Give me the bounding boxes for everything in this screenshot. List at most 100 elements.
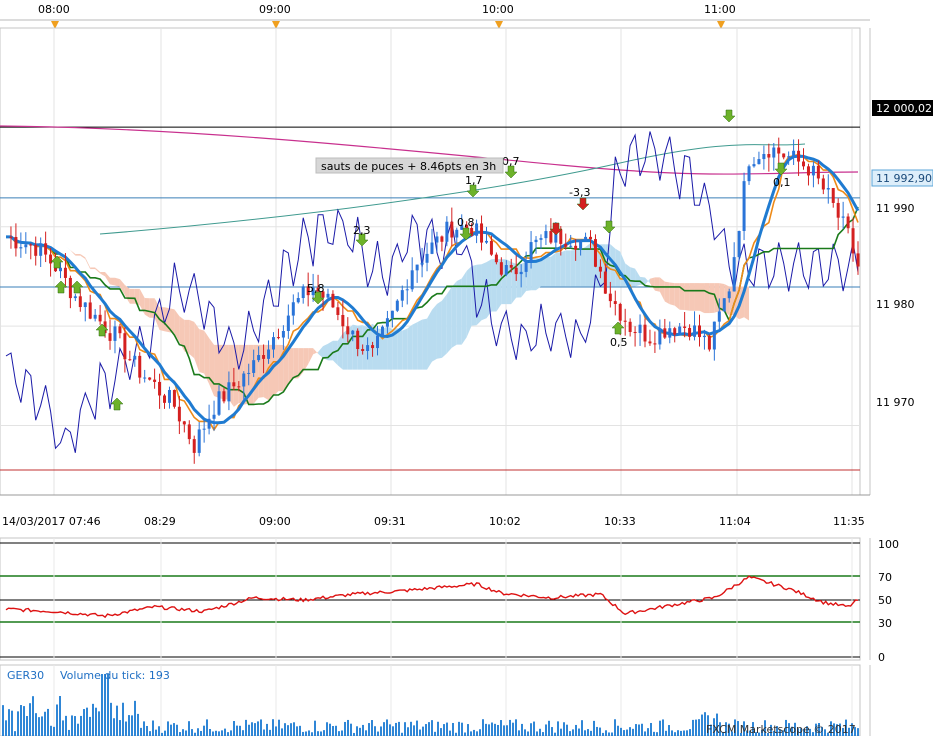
candle-body xyxy=(702,335,706,338)
volume-bar xyxy=(71,715,73,736)
volume-bar xyxy=(464,732,466,736)
volume-bar xyxy=(446,722,448,736)
rsi-panel[interactable]: 100 70 50 30 0 xyxy=(0,537,899,664)
candle-body xyxy=(787,156,791,158)
volume-bar xyxy=(386,719,388,736)
signal-label: 0,1 xyxy=(773,176,791,189)
volume-bar xyxy=(461,722,463,736)
volume-bar xyxy=(623,730,625,736)
candle-body xyxy=(252,360,256,373)
volume-bar xyxy=(584,730,586,736)
volume-bar xyxy=(110,702,112,736)
cloud-segment xyxy=(427,309,432,370)
candle-body xyxy=(118,326,122,334)
cloud-segment xyxy=(273,344,279,396)
volume-bar xyxy=(266,723,268,736)
volume-panel[interactable]: GER30 Volume du tick: 193 FXCM Marketsco… xyxy=(0,664,871,736)
volume-bar xyxy=(536,731,538,736)
candle-body xyxy=(688,327,692,337)
candle-body xyxy=(366,345,370,351)
cloud-segment xyxy=(451,281,457,348)
volume-bar xyxy=(443,724,445,736)
volume-bar xyxy=(416,720,418,736)
volume-bar xyxy=(173,723,175,736)
candle-body xyxy=(618,303,622,321)
cloud-segment xyxy=(293,348,299,379)
candle-body xyxy=(717,311,721,322)
price-panel[interactable]: 5,8 2,3 0,8 1,7 0,7 -3,3 0,5 0,1 sauts d… xyxy=(0,27,861,496)
volume-bar xyxy=(38,717,40,736)
candle-body xyxy=(727,291,731,299)
candle-body xyxy=(638,324,642,334)
volume-bar xyxy=(614,719,616,736)
candle-body xyxy=(811,165,815,176)
volume-bar xyxy=(512,722,514,736)
volume-bar xyxy=(485,723,487,736)
cloud-segment xyxy=(580,246,586,287)
volume-bar xyxy=(572,729,574,736)
candle-body xyxy=(851,228,855,254)
volume-bar xyxy=(197,728,199,736)
candle-body xyxy=(425,253,429,263)
candle-body xyxy=(227,382,231,402)
cloud-segment xyxy=(422,318,428,370)
chart-canvas: 08:00 09:00 10:00 11:00 5,8 2,3 0,8 1,7 … xyxy=(0,0,933,736)
candle-body xyxy=(177,406,181,422)
volume-bar xyxy=(284,723,286,736)
candle-body xyxy=(707,335,711,350)
volume-bar xyxy=(125,721,127,736)
annotation-text: sauts de puces + 8.46pts en 3h xyxy=(321,160,496,173)
time-axis-label: 14/03/2017 07:46 xyxy=(2,515,101,528)
candle-body xyxy=(569,245,573,247)
volume-bar xyxy=(65,715,67,736)
volume-bar xyxy=(467,724,469,736)
candle-body xyxy=(722,298,726,312)
candle-body xyxy=(192,439,196,453)
volume-bar xyxy=(299,725,301,736)
volume-bar xyxy=(347,719,349,736)
volume-bar xyxy=(272,719,274,736)
volume-bar xyxy=(152,720,154,736)
volume-bar xyxy=(290,723,292,736)
volume-bar xyxy=(575,724,577,736)
volume-bar xyxy=(491,722,493,736)
volume-bar xyxy=(470,731,472,736)
volume-bar xyxy=(53,726,55,736)
volume-bar xyxy=(350,723,352,736)
candle-body xyxy=(202,428,206,430)
volume-bar xyxy=(662,719,664,736)
volume-bar xyxy=(374,726,376,736)
candle-body xyxy=(544,231,548,239)
volume-bar xyxy=(344,721,346,736)
candle-body xyxy=(589,236,593,240)
volume-bar xyxy=(596,726,598,736)
cloud-segment xyxy=(417,319,423,370)
candle-body xyxy=(390,310,394,319)
volume-bar xyxy=(527,731,529,736)
volume-bar xyxy=(296,726,298,736)
cloud-segment xyxy=(110,277,115,286)
volume-bar xyxy=(437,721,439,736)
volume-bar xyxy=(857,728,859,736)
volume-bar xyxy=(392,726,394,736)
volume-bar xyxy=(251,722,253,736)
time-axis: 14/03/2017 07:46 08:29 09:00 09:31 10:02… xyxy=(0,494,870,528)
candle-body xyxy=(678,326,682,335)
volume-bar xyxy=(500,720,502,736)
candle-body xyxy=(237,386,241,388)
candle-body xyxy=(24,244,28,248)
volume-bar xyxy=(503,725,505,736)
volume-bar xyxy=(563,722,565,736)
volume-bar xyxy=(332,726,334,736)
candle-body xyxy=(608,293,612,302)
volume-bar xyxy=(410,721,412,736)
candle-body xyxy=(143,377,147,379)
volume-bar xyxy=(557,721,559,736)
candle-body xyxy=(430,242,434,254)
volume-bar xyxy=(308,730,310,736)
volume-bar xyxy=(404,722,406,736)
cloud-segment xyxy=(466,266,472,338)
volume-bar xyxy=(170,724,172,736)
volume-bar xyxy=(668,725,670,736)
cloud-segment xyxy=(149,298,155,318)
